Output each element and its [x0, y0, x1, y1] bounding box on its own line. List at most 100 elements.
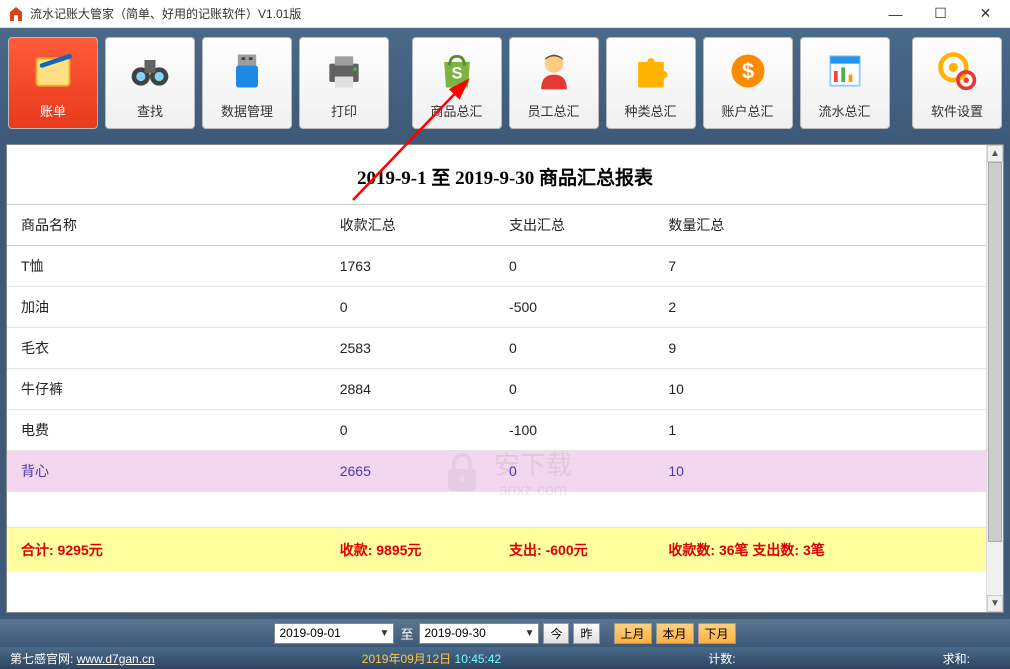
site-url[interactable]: www.d7gan.cn	[77, 652, 155, 666]
col-expense[interactable]: 支出汇总	[495, 205, 654, 246]
search-label: 查找	[137, 101, 163, 120]
person-icon	[532, 49, 576, 93]
cell-qty: 7	[654, 246, 1003, 287]
statusbar: 第七感官网: www.d7gan.cn 2019年09月12日 10:45:42…	[0, 647, 1010, 669]
data-manage-label: 数据管理	[221, 101, 273, 120]
cell-expense: 0	[495, 328, 654, 369]
data-manage-button[interactable]: 数据管理	[202, 37, 292, 129]
this-month-button[interactable]: 本月	[656, 623, 694, 644]
total-counts: 收款数: 36笔 支出数: 3笔	[654, 528, 1003, 573]
binoculars-icon	[128, 49, 172, 93]
window-title: 流水记账大管家（简单、好用的记账软件）V1.01版	[30, 5, 873, 22]
cell-income: 2665	[326, 451, 495, 492]
cell-qty: 9	[654, 328, 1003, 369]
printer-icon	[322, 49, 366, 93]
bill-button[interactable]: 账单	[8, 37, 98, 129]
site-label: 第七感官网:	[10, 652, 73, 666]
cell-name: 毛衣	[7, 328, 326, 369]
table-row[interactable]: 毛衣258309	[7, 328, 1003, 369]
report-panel: 2019-9-1 至 2019-9-30 商品汇总报表 商品名称 收款汇总 支出…	[6, 144, 1004, 613]
category-summary-label: 种类总汇	[624, 101, 676, 120]
table-totals-row: 合计: 9295元收款: 9895元支出: -600元收款数: 36笔 支出数:…	[7, 528, 1003, 573]
col-quantity[interactable]: 数量汇总	[654, 205, 1003, 246]
cell-expense: -100	[495, 410, 654, 451]
total-sum: 合计: 9295元	[7, 528, 326, 573]
usb-icon	[225, 49, 269, 93]
date-from-input[interactable]: 2019-09-01 ▼	[274, 623, 394, 644]
cell-expense: -500	[495, 287, 654, 328]
cell-qty: 10	[654, 451, 1003, 492]
col-product-name[interactable]: 商品名称	[7, 205, 326, 246]
svg-text:$: $	[741, 58, 753, 83]
report-title: 2019-9-1 至 2019-9-30 商品汇总报表	[7, 145, 1003, 204]
cell-expense: 0	[495, 246, 654, 287]
date-bar: 2019-09-01 ▼ 至 2019-09-30 ▼ 今 昨 上月 本月 下月	[0, 619, 1010, 647]
cell-name: 电费	[7, 410, 326, 451]
settings-button[interactable]: 软件设置	[912, 37, 1002, 129]
minimize-button[interactable]: —	[873, 0, 918, 28]
toolbar: 账单 查找 数据管理 打印 S 商品总汇 员工总汇 种类总汇 $ 账户总汇 流水…	[0, 28, 1010, 138]
cell-expense: 0	[495, 451, 654, 492]
status-sum: 求和:	[943, 650, 970, 667]
maximize-button[interactable]: ☐	[918, 0, 963, 28]
search-button[interactable]: 查找	[105, 37, 195, 129]
cell-income: 0	[326, 287, 495, 328]
cell-name: T恤	[7, 246, 326, 287]
bill-icon	[31, 49, 75, 93]
date-to-label: 至	[398, 624, 415, 643]
dropdown-icon: ▼	[380, 628, 390, 639]
status-date: 2019年09月12日	[362, 652, 451, 666]
report-table: 商品名称 收款汇总 支出汇总 数量汇总 T恤176307加油0-5002毛衣25…	[7, 204, 1003, 572]
flow-summary-button[interactable]: 流水总汇	[800, 37, 890, 129]
today-button[interactable]: 今	[543, 623, 569, 644]
employee-summary-label: 员工总汇	[527, 101, 579, 120]
table-header-row: 商品名称 收款汇总 支出汇总 数量汇总	[7, 205, 1003, 246]
table-row[interactable]: 牛仔裤2884010	[7, 369, 1003, 410]
flow-summary-label: 流水总汇	[818, 101, 870, 120]
svg-text:S: S	[451, 64, 462, 82]
last-month-button[interactable]: 上月	[614, 623, 652, 644]
money-icon: $	[726, 49, 770, 93]
print-button[interactable]: 打印	[299, 37, 389, 129]
date-to-value: 2019-09-30	[424, 626, 485, 640]
cell-income: 2583	[326, 328, 495, 369]
dropdown-icon: ▼	[525, 628, 535, 639]
report-icon	[823, 49, 867, 93]
total-expense: 支出: -600元	[495, 528, 654, 573]
product-summary-label: 商品总汇	[430, 101, 482, 120]
yesterday-button[interactable]: 昨	[573, 623, 599, 644]
product-summary-button[interactable]: S 商品总汇	[412, 37, 502, 129]
scroll-down-button[interactable]: ▼	[987, 595, 1003, 612]
date-to-input[interactable]: 2019-09-30 ▼	[419, 623, 539, 644]
cell-qty: 10	[654, 369, 1003, 410]
date-from-value: 2019-09-01	[279, 626, 340, 640]
next-month-button[interactable]: 下月	[698, 623, 736, 644]
close-button[interactable]: ✕	[963, 0, 1008, 28]
cell-income: 0	[326, 410, 495, 451]
cell-expense: 0	[495, 369, 654, 410]
col-income[interactable]: 收款汇总	[326, 205, 495, 246]
category-summary-button[interactable]: 种类总汇	[606, 37, 696, 129]
table-row[interactable]: T恤176307	[7, 246, 1003, 287]
content-area: 2019-9-1 至 2019-9-30 商品汇总报表 商品名称 收款汇总 支出…	[0, 138, 1010, 619]
bag-icon: S	[435, 49, 479, 93]
cell-income: 1763	[326, 246, 495, 287]
settings-label: 软件设置	[931, 101, 983, 120]
table-row[interactable]: 加油0-5002	[7, 287, 1003, 328]
cell-name: 加油	[7, 287, 326, 328]
vertical-scrollbar[interactable]: ▲ ▼	[986, 145, 1003, 612]
bill-label: 账单	[40, 101, 66, 120]
table-row[interactable]: 背心2665010	[7, 451, 1003, 492]
employee-summary-button[interactable]: 员工总汇	[509, 37, 599, 129]
scroll-thumb[interactable]	[988, 162, 1002, 542]
cell-qty: 2	[654, 287, 1003, 328]
cell-qty: 1	[654, 410, 1003, 451]
account-summary-label: 账户总汇	[721, 101, 773, 120]
cell-name: 牛仔裤	[7, 369, 326, 410]
scroll-up-button[interactable]: ▲	[987, 145, 1003, 162]
total-income: 收款: 9895元	[326, 528, 495, 573]
table-row[interactable]: 电费0-1001	[7, 410, 1003, 451]
account-summary-button[interactable]: $ 账户总汇	[703, 37, 793, 129]
status-time: 10:45:42	[455, 652, 502, 666]
window-controls: — ☐ ✕	[873, 0, 1008, 28]
